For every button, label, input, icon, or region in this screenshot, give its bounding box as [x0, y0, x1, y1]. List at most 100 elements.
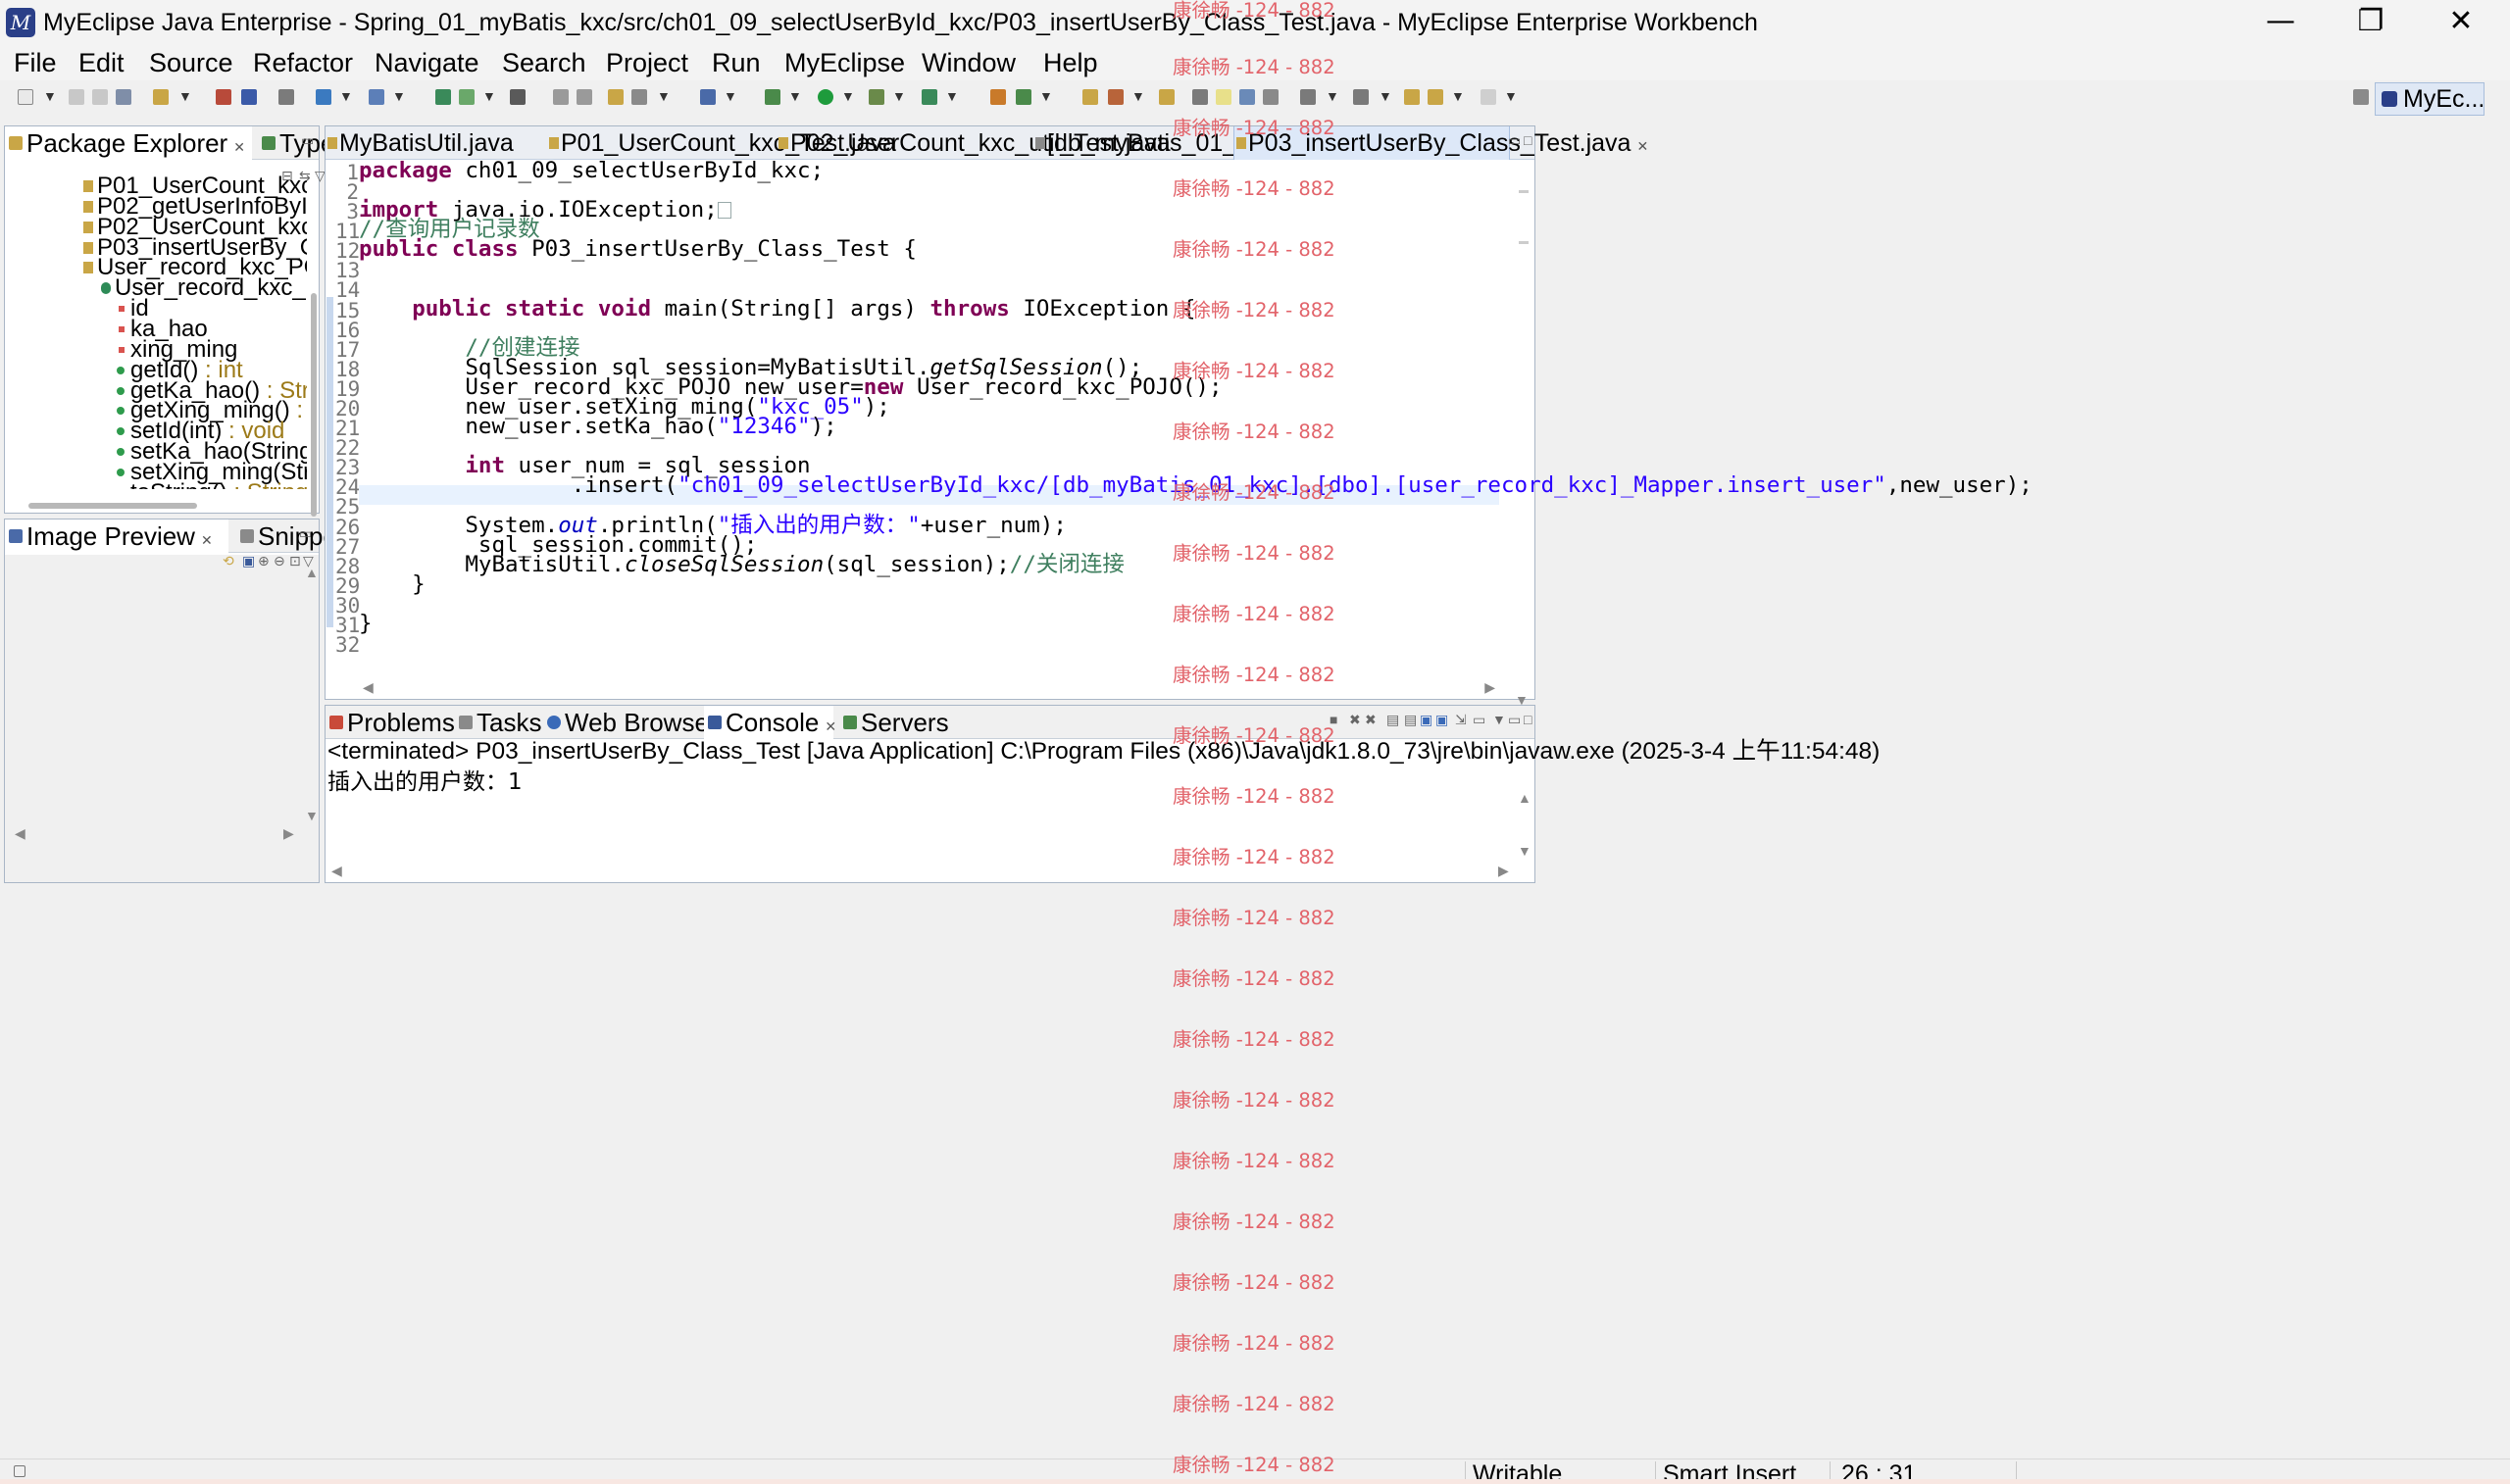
menu-navigate[interactable]: Navigate [375, 48, 479, 78]
back-icon[interactable] [1428, 89, 1443, 105]
browser-icon[interactable] [369, 89, 384, 105]
server-icon[interactable] [241, 89, 257, 105]
tab-image-preview[interactable]: Image Preview ✕ [5, 519, 228, 553]
show-on-output-icon[interactable]: ▣ [1435, 712, 1448, 728]
minimize-view-icon[interactable]: ▭ [299, 525, 312, 542]
scroll-up-icon[interactable]: ▲ [305, 565, 319, 580]
tab-console[interactable]: Console ✕ [704, 706, 836, 739]
chevron-down-icon[interactable]: ▼ [1379, 88, 1392, 104]
show-whitespace-icon[interactable] [1263, 89, 1279, 105]
scroll-up-icon[interactable]: ▲ [1518, 790, 1531, 806]
scroll-down-icon[interactable]: ▼ [305, 808, 319, 823]
debug-icon[interactable] [765, 89, 780, 105]
last-edit-icon[interactable] [1404, 89, 1420, 105]
zoom-out-icon[interactable]: ⊖ [274, 553, 285, 569]
menu-search[interactable]: Search [502, 48, 586, 78]
open-folder-icon[interactable] [1082, 89, 1098, 105]
fit-icon[interactable]: ▣ [242, 553, 255, 569]
run-server-icon[interactable] [435, 89, 451, 105]
actual-size-icon[interactable]: ⊡ [289, 553, 301, 569]
scroll-right-icon[interactable]: ▶ [1498, 863, 1509, 879]
block-select-icon[interactable] [1239, 89, 1255, 105]
minimize-view-icon[interactable]: ▭ [1508, 712, 1521, 728]
pin-console-icon[interactable]: ⇲ [1455, 712, 1467, 728]
scroll-right-icon[interactable]: ▶ [1484, 679, 1495, 696]
scroll-left-icon[interactable]: ◀ [363, 679, 374, 696]
maximize-editor-icon[interactable]: □ [1524, 132, 1531, 148]
scroll-down-icon[interactable]: ▼ [1518, 843, 1531, 859]
close-button[interactable]: ✕ [2416, 0, 2506, 45]
word-wrap-icon[interactable]: ▣ [1420, 712, 1432, 728]
chevron-down-icon[interactable]: ▼ [482, 88, 496, 104]
chevron-down-icon[interactable]: ▼ [1131, 88, 1145, 104]
vertical-scrollbar[interactable] [311, 293, 317, 517]
tab-mybatisutil[interactable]: MyBatisUtil.java [326, 126, 547, 160]
new-project-icon[interactable] [153, 89, 169, 105]
tab-tasks[interactable]: Tasks [455, 706, 543, 739]
highlight-icon[interactable] [1216, 89, 1231, 105]
chevron-down-icon[interactable]: ▼ [892, 88, 906, 104]
zoom-in-icon[interactable]: ⊕ [258, 553, 270, 569]
tab-servers[interactable]: Servers [839, 706, 957, 739]
tab-p01-usercount[interactable]: P01_UserCount_kxc_Test.java [547, 126, 896, 160]
external-tools-icon[interactable] [922, 89, 937, 105]
menu-file[interactable]: File [14, 48, 57, 78]
open-perspective-icon[interactable] [2353, 89, 2369, 105]
chevron-down-icon[interactable]: ▼ [1326, 88, 1339, 104]
menu-edit[interactable]: Edit [78, 48, 125, 78]
connect-icon[interactable] [577, 89, 592, 105]
next-annotation-icon[interactable] [1300, 89, 1316, 105]
maximize-view-icon[interactable]: □ [1524, 712, 1531, 727]
open-type-icon[interactable] [608, 89, 624, 105]
chevron-down-icon[interactable]: ▼ [1504, 88, 1518, 104]
perspective-myeclipse-button[interactable]: MyEc... [2375, 82, 2485, 116]
new-java-project-icon[interactable] [990, 89, 1006, 105]
new-package-icon[interactable] [1016, 89, 1031, 105]
display-console-icon[interactable]: ▭ [1473, 712, 1485, 728]
chevron-down-icon[interactable]: ▼ [43, 88, 57, 104]
close-icon[interactable]: ✕ [1636, 138, 1648, 154]
prev-annotation-icon[interactable] [1353, 89, 1369, 105]
menu-help[interactable]: Help [1043, 48, 1098, 78]
console-icon[interactable] [700, 89, 716, 105]
coverage-icon[interactable] [869, 89, 884, 105]
chevron-down-icon[interactable]: ▼ [1039, 88, 1053, 104]
close-icon[interactable]: ✕ [201, 532, 213, 548]
minimize-view-icon[interactable]: ▭ [301, 132, 314, 149]
annotation-icon[interactable] [1159, 89, 1175, 105]
new-icon[interactable] [18, 89, 33, 105]
tab-package-explorer[interactable]: Package Explorer ✕ [5, 126, 252, 160]
close-icon[interactable]: ✕ [825, 718, 836, 734]
search-icon[interactable] [1108, 89, 1124, 105]
minimize-button[interactable]: — [2235, 0, 2326, 45]
chevron-down-icon[interactable]: ▼ [657, 88, 671, 104]
horizontal-scrollbar[interactable] [28, 503, 197, 509]
remove-all-icon[interactable]: ✖ [1365, 712, 1377, 728]
chevron-down-icon[interactable]: ▼ [1451, 88, 1465, 104]
save-icon[interactable] [69, 89, 84, 105]
menu-refactor[interactable]: Refactor [253, 48, 353, 78]
scroll-left-icon[interactable]: ◀ [15, 825, 25, 842]
fast-view-icon[interactable] [14, 1465, 25, 1477]
chevron-down-icon[interactable]: ▼ [841, 88, 855, 104]
chevron-down-icon[interactable]: ▼ [724, 88, 737, 104]
save-all-icon[interactable] [92, 89, 108, 105]
scroll-right-icon[interactable]: ▶ [283, 825, 294, 842]
clear-console-icon[interactable]: ▤ [1386, 712, 1399, 728]
menu-source[interactable]: Source [149, 48, 233, 78]
view-menu-icon[interactable]: ▼ [1492, 712, 1506, 727]
web-icon[interactable] [316, 89, 331, 105]
close-icon[interactable]: ✕ [233, 139, 245, 155]
open-task-icon[interactable] [631, 89, 647, 105]
disconnect-icon[interactable] [553, 89, 569, 105]
chevron-down-icon[interactable]: ▼ [788, 88, 802, 104]
tab-problems[interactable]: Problems [326, 706, 455, 739]
forward-icon[interactable] [1481, 89, 1496, 105]
chevron-down-icon[interactable]: ▼ [945, 88, 959, 104]
menu-run[interactable]: Run [712, 48, 761, 78]
chevron-down-icon[interactable]: ▼ [392, 88, 406, 104]
refresh-icon[interactable]: ⟲ [223, 553, 234, 569]
run-icon[interactable] [818, 89, 833, 105]
scroll-left-icon[interactable]: ◀ [331, 863, 342, 879]
remove-launch-icon[interactable]: ✖ [1349, 712, 1361, 728]
